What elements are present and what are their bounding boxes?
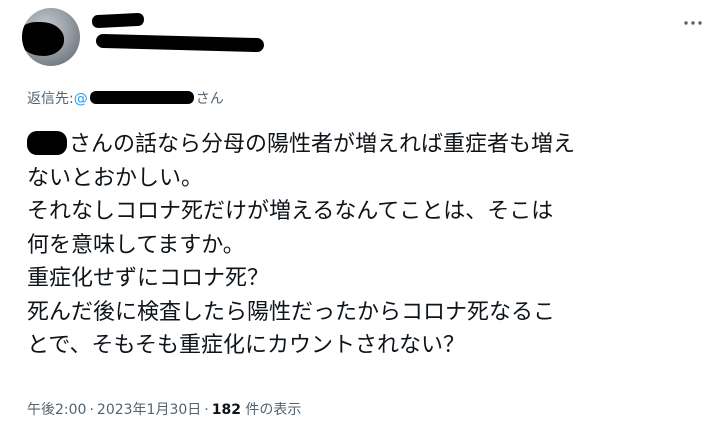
tweet-line-3: それなしコロナ死だけが増えるなんてことは、そこは bbox=[27, 199, 554, 224]
more-options-button[interactable] bbox=[678, 12, 708, 34]
tweet-text: さんの話なら分母の陽性者が増えれば重症者も増え ないとおかしい。 それなしコロナ… bbox=[27, 128, 717, 363]
meta-separator-2: · bbox=[204, 402, 209, 418]
username-redaction bbox=[95, 33, 265, 53]
tweet-line-5: 重症化せずにコロナ死？ bbox=[27, 266, 270, 291]
display-name-redaction bbox=[91, 12, 145, 29]
tweet-line-1: さんの話なら分母の陽性者が増えれば重症者も増え bbox=[27, 128, 717, 162]
tweet-meta: 午後2:00 · 2023年1月30日 · 182 件の表示 bbox=[27, 399, 301, 419]
more-horizontal-icon bbox=[684, 21, 702, 25]
avatar[interactable] bbox=[22, 8, 80, 66]
tweet-time-link[interactable]: 午後2:00 · 2023年1月30日 bbox=[27, 402, 201, 418]
avatar-redaction bbox=[22, 22, 64, 56]
name-redaction bbox=[27, 131, 67, 155]
tweet-line-1-text: さんの話なら分母の陽性者が増えれば重症者も増え bbox=[69, 132, 576, 157]
reply-to-line: 返信先:@ さん bbox=[27, 88, 224, 108]
tweet-line-6: 死んだ後に検査したら陽性だったからコロナ死なるこ bbox=[27, 299, 556, 325]
tweet-time: 午後2:00 bbox=[27, 402, 87, 418]
tweet-card: 返信先:@ さん さんの話なら分母の陽性者が増えれば重症者も増え ないとおかしい。… bbox=[0, 0, 725, 437]
mention-redaction bbox=[89, 91, 194, 104]
views-link[interactable]: 182 件の表示 bbox=[212, 402, 302, 418]
tweet-line-4: 何を意味してますか。 bbox=[27, 232, 245, 258]
reply-prefix: 返信先: bbox=[27, 91, 74, 107]
tweet-date: 2023年1月30日 bbox=[96, 402, 202, 418]
mention-at: @ bbox=[73, 91, 88, 107]
mention-suffix: さん bbox=[195, 91, 224, 107]
meta-separator: · bbox=[89, 402, 94, 418]
tweet-line-7: とで、そもそも重症化にカウントされない？ bbox=[27, 333, 466, 358]
views-label: 件の表示 bbox=[245, 402, 302, 418]
views-count: 182 bbox=[211, 402, 241, 418]
tweet-line-2: ないとおかしい。 bbox=[27, 165, 204, 191]
